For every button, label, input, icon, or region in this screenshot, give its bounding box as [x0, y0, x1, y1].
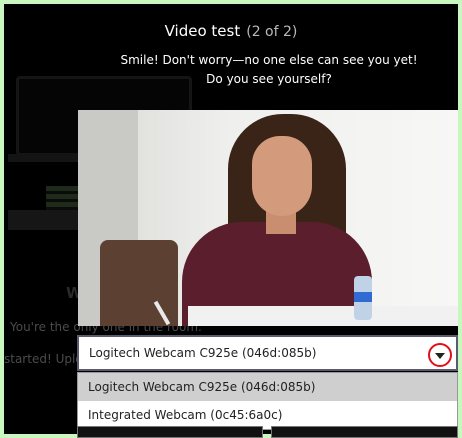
dialog-message-line2: Do you see yourself? [206, 72, 332, 86]
camera-select-value: Logitech Webcam C925e (046d:085b) [89, 346, 317, 360]
video-person-face [252, 136, 312, 216]
camera-option[interactable]: Integrated Webcam (0c45:6a0c) [78, 401, 457, 429]
video-bottle-label [354, 292, 372, 302]
video-preview [78, 110, 458, 326]
camera-select[interactable]: Logitech Webcam C925e (046d:085b) [77, 335, 458, 371]
dialog-title: Video test (2 of 2) [4, 22, 458, 40]
dialog-button-left[interactable] [77, 426, 263, 438]
dialog-message-line1: Smile! Don't worry—no one else can see y… [120, 53, 418, 67]
camera-select-toggle[interactable] [428, 343, 452, 367]
background-books [46, 186, 78, 212]
video-table [188, 306, 458, 326]
dialog-buttons [77, 426, 458, 438]
background-text-upload: started! Uplo [4, 352, 83, 366]
background-shelf [8, 154, 78, 162]
dialog-title-text: Video test [164, 22, 241, 40]
video-chair [100, 240, 178, 326]
camera-option[interactable]: Logitech Webcam C925e (046d:085b) [78, 373, 457, 401]
chevron-down-icon [435, 353, 445, 359]
dialog-button-right[interactable] [271, 426, 458, 438]
camera-options-list: Logitech Webcam C925e (046d:085b) Integr… [77, 372, 458, 430]
background-table [8, 210, 82, 230]
dialog-step: (2 of 2) [246, 24, 298, 40]
